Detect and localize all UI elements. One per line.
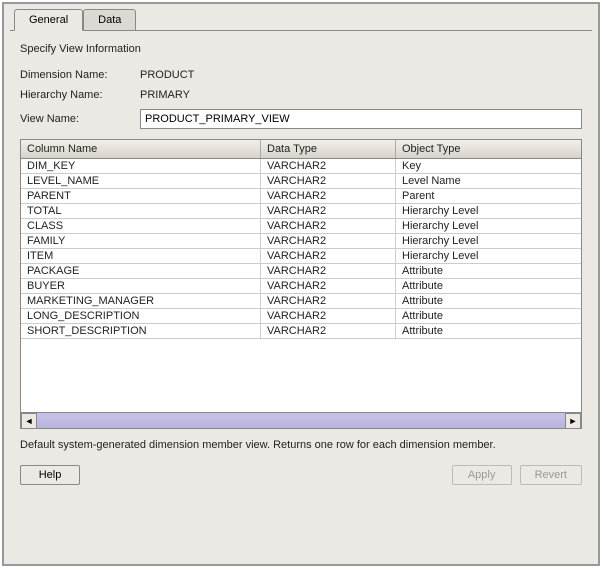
cell-column-name: DIM_KEY <box>21 159 261 173</box>
scroll-track[interactable] <box>37 413 565 428</box>
cell-data-type: VARCHAR2 <box>261 324 396 338</box>
cell-column-name: ITEM <box>21 249 261 263</box>
cell-object-type: Hierarchy Level <box>396 249 581 263</box>
header-data-type[interactable]: Data Type <box>261 140 396 158</box>
view-name-input[interactable] <box>140 109 582 129</box>
cell-data-type: VARCHAR2 <box>261 264 396 278</box>
row-hierarchy-name: Hierarchy Name: PRIMARY <box>20 89 582 101</box>
cell-column-name: CLASS <box>21 219 261 233</box>
cell-data-type: VARCHAR2 <box>261 309 396 323</box>
cell-object-type: Level Name <box>396 174 581 188</box>
cell-data-type: VARCHAR2 <box>261 174 396 188</box>
cell-data-type: VARCHAR2 <box>261 249 396 263</box>
table-row[interactable]: LONG_DESCRIPTIONVARCHAR2Attribute <box>21 309 581 324</box>
table-header: Column Name Data Type Object Type <box>21 140 581 159</box>
table-row[interactable]: ITEMVARCHAR2Hierarchy Level <box>21 249 581 264</box>
view-description: Default system-generated dimension membe… <box>20 439 582 451</box>
cell-object-type: Attribute <box>396 309 581 323</box>
apply-button[interactable]: Apply <box>452 465 512 485</box>
cell-object-type: Parent <box>396 189 581 203</box>
table-row[interactable]: CLASSVARCHAR2Hierarchy Level <box>21 219 581 234</box>
cell-object-type: Attribute <box>396 279 581 293</box>
cell-column-name: BUYER <box>21 279 261 293</box>
cell-object-type: Hierarchy Level <box>396 234 581 248</box>
table-row[interactable]: FAMILYVARCHAR2Hierarchy Level <box>21 234 581 249</box>
cell-object-type: Attribute <box>396 294 581 308</box>
cell-column-name: LEVEL_NAME <box>21 174 261 188</box>
cell-column-name: TOTAL <box>21 204 261 218</box>
tab-body-general: Specify View Information Dimension Name:… <box>10 30 592 562</box>
table-row[interactable]: DIM_KEYVARCHAR2Key <box>21 159 581 174</box>
cell-object-type: Attribute <box>396 264 581 278</box>
row-dimension-name: Dimension Name: PRODUCT <box>20 69 582 81</box>
button-row: Help Apply Revert <box>20 465 582 485</box>
value-dimension-name: PRODUCT <box>140 69 194 81</box>
cell-object-type: Key <box>396 159 581 173</box>
cell-object-type: Hierarchy Level <box>396 219 581 233</box>
label-hierarchy-name: Hierarchy Name: <box>20 89 140 101</box>
cell-column-name: FAMILY <box>21 234 261 248</box>
scroll-left-icon[interactable]: ◄ <box>21 413 37 429</box>
cell-data-type: VARCHAR2 <box>261 294 396 308</box>
dialog-panel: General Data Specify View Information Di… <box>2 2 600 566</box>
label-view-name: View Name: <box>20 113 140 125</box>
header-column-name[interactable]: Column Name <box>21 140 261 158</box>
help-button[interactable]: Help <box>20 465 80 485</box>
table-row[interactable]: LEVEL_NAMEVARCHAR2Level Name <box>21 174 581 189</box>
cell-data-type: VARCHAR2 <box>261 279 396 293</box>
cell-object-type: Attribute <box>396 324 581 338</box>
table-row[interactable]: TOTALVARCHAR2Hierarchy Level <box>21 204 581 219</box>
columns-table: Column Name Data Type Object Type DIM_KE… <box>20 139 582 429</box>
tab-bar: General Data <box>4 4 598 30</box>
cell-column-name: LONG_DESCRIPTION <box>21 309 261 323</box>
scroll-right-icon[interactable]: ► <box>565 413 581 429</box>
value-hierarchy-name: PRIMARY <box>140 89 190 101</box>
label-dimension-name: Dimension Name: <box>20 69 140 81</box>
cell-column-name: MARKETING_MANAGER <box>21 294 261 308</box>
table-row[interactable]: PARENTVARCHAR2Parent <box>21 189 581 204</box>
table-row[interactable]: MARKETING_MANAGERVARCHAR2Attribute <box>21 294 581 309</box>
header-object-type[interactable]: Object Type <box>396 140 581 158</box>
row-view-name: View Name: <box>20 109 582 129</box>
button-spacer <box>88 465 444 485</box>
cell-data-type: VARCHAR2 <box>261 219 396 233</box>
cell-data-type: VARCHAR2 <box>261 234 396 248</box>
table-row[interactable]: SHORT_DESCRIPTIONVARCHAR2Attribute <box>21 324 581 339</box>
table-row[interactable]: BUYERVARCHAR2Attribute <box>21 279 581 294</box>
cell-data-type: VARCHAR2 <box>261 189 396 203</box>
table-body: DIM_KEYVARCHAR2KeyLEVEL_NAMEVARCHAR2Leve… <box>21 159 581 412</box>
cell-column-name: PARENT <box>21 189 261 203</box>
cell-column-name: PACKAGE <box>21 264 261 278</box>
tab-general[interactable]: General <box>14 9 83 31</box>
tab-data[interactable]: Data <box>83 9 136 31</box>
table-row[interactable]: PACKAGEVARCHAR2Attribute <box>21 264 581 279</box>
cell-column-name: SHORT_DESCRIPTION <box>21 324 261 338</box>
section-title: Specify View Information <box>20 43 582 55</box>
revert-button[interactable]: Revert <box>520 465 582 485</box>
cell-object-type: Hierarchy Level <box>396 204 581 218</box>
cell-data-type: VARCHAR2 <box>261 159 396 173</box>
cell-data-type: VARCHAR2 <box>261 204 396 218</box>
horizontal-scrollbar[interactable]: ◄ ► <box>21 412 581 428</box>
